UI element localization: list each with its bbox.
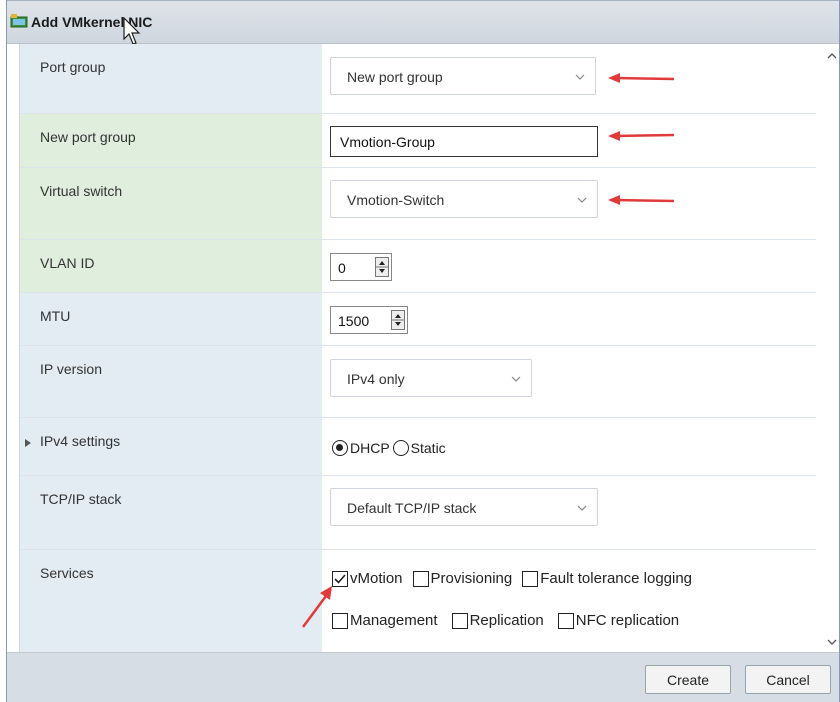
dialog-footer: Create Cancel — [7, 652, 839, 702]
scroll-down-icon[interactable] — [827, 638, 837, 646]
mtu-spinner[interactable]: 1500 — [330, 306, 408, 334]
services-label: Services — [40, 565, 94, 581]
management-label[interactable]: Management — [350, 612, 438, 629]
services-checkbox-row-1: vMotion Provisioning Fault tolerance log… — [332, 570, 706, 587]
row-services: Services vMotion Provisioning Fault tole… — [20, 550, 816, 652]
tcpip-stack-label: TCP/IP stack — [40, 491, 122, 507]
row-new-port-group: New port group Vmotion-Group — [20, 114, 816, 168]
dhcp-radio[interactable] — [332, 440, 348, 456]
replication-label[interactable]: Replication — [470, 612, 544, 629]
port-group-select[interactable]: New port group — [330, 57, 596, 95]
mtu-label: MTU — [40, 308, 71, 324]
dialog-titlebar[interactable]: Add VMkernel NIC — [7, 0, 839, 45]
row-tcpip-stack: TCP/IP stack Default TCP/IP stack — [20, 476, 816, 550]
annotation-arrow-icon — [608, 73, 675, 83]
row-ipv4-settings: IPv4 settings DHCP Static — [20, 418, 816, 476]
tcpip-stack-select[interactable]: Default TCP/IP stack — [330, 488, 598, 526]
provisioning-label[interactable]: Provisioning — [431, 570, 513, 587]
fault-tolerance-logging-label[interactable]: Fault tolerance logging — [540, 570, 692, 587]
stepper-arrows-icon[interactable] — [391, 310, 405, 330]
vlan-id-spinner[interactable]: 0 — [330, 253, 392, 281]
annotation-arrow-icon — [608, 131, 675, 141]
chevron-down-icon — [577, 197, 587, 203]
vlan-id-label: VLAN ID — [40, 255, 95, 271]
row-port-group: Port group New port group — [20, 44, 816, 114]
fault-tolerance-logging-checkbox[interactable] — [522, 570, 539, 587]
row-vlan-id: VLAN ID 0 — [20, 240, 816, 293]
annotation-arrow-icon — [301, 586, 332, 628]
static-radio-label[interactable]: Static — [411, 440, 446, 456]
nfc-replication-checkbox[interactable] — [557, 612, 574, 629]
nfc-replication-label[interactable]: NFC replication — [576, 612, 679, 629]
create-button[interactable]: Create — [645, 665, 731, 694]
dialog-form: Port group New port group New port group… — [19, 44, 831, 652]
cancel-button[interactable]: Cancel — [745, 665, 831, 694]
vmotion-label[interactable]: vMotion — [350, 570, 403, 587]
static-radio[interactable] — [392, 440, 409, 456]
ipv4-mode-radio-group: DHCP Static — [332, 440, 446, 456]
new-port-group-input[interactable]: Vmotion-Group — [330, 126, 598, 157]
ip-version-select[interactable]: IPv4 only — [330, 359, 532, 397]
virtual-switch-label: Virtual switch — [40, 183, 123, 199]
scroll-up-icon[interactable] — [827, 52, 837, 60]
port-group-label: Port group — [40, 59, 106, 75]
expand-triangle-icon[interactable] — [24, 438, 32, 448]
network-adapter-icon — [10, 14, 28, 28]
chevron-down-icon — [575, 74, 585, 80]
provisioning-checkbox[interactable] — [412, 570, 429, 587]
row-mtu: MTU 1500 — [20, 293, 816, 346]
row-ip-version: IP version IPv4 only — [20, 346, 816, 418]
vertical-scrollbar[interactable] — [823, 44, 839, 652]
new-port-group-label: New port group — [40, 129, 136, 145]
add-vmkernel-nic-dialog: Add VMkernel NIC Port group New port gro… — [6, 0, 840, 702]
mouse-cursor-icon — [123, 17, 141, 45]
row-virtual-switch: Virtual switch Vmotion-Switch — [20, 168, 816, 240]
replication-checkbox[interactable] — [451, 612, 468, 629]
stepper-arrows-icon[interactable] — [375, 257, 389, 277]
ipv4-settings-label: IPv4 settings — [40, 433, 121, 449]
annotation-arrow-icon — [608, 195, 675, 205]
services-checkbox-row-2: Management Replication NFC replication — [332, 612, 693, 629]
dhcp-radio-label[interactable]: DHCP — [350, 440, 390, 456]
virtual-switch-select[interactable]: Vmotion-Switch — [330, 180, 598, 218]
ip-version-label: IP version — [40, 361, 102, 377]
chevron-down-icon — [511, 376, 521, 382]
chevron-down-icon — [577, 505, 587, 511]
